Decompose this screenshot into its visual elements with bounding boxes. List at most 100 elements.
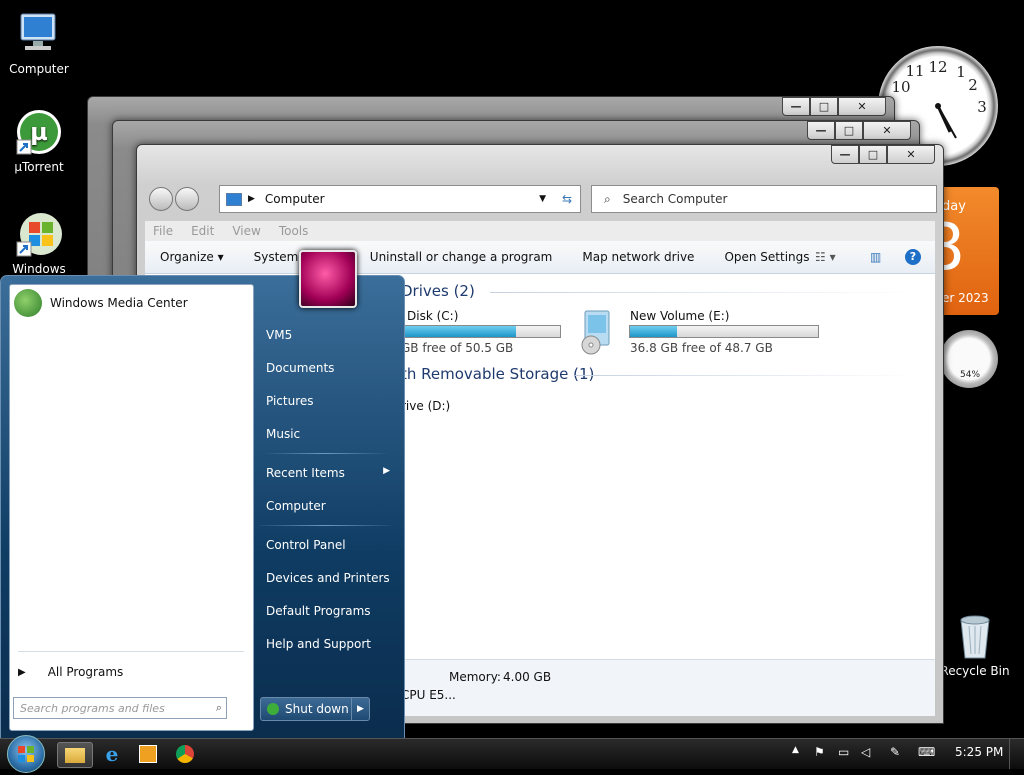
removable-drive-d[interactable]: rive (D:) <box>401 399 450 413</box>
taskbar-ie-button[interactable]: e <box>95 742 129 766</box>
computer-icon <box>226 192 242 206</box>
drive-free-text: GB free of 50.5 GB <box>401 341 514 355</box>
clock-time[interactable]: 5:25 PM <box>955 745 1003 759</box>
shutdown-options-button[interactable]: ▶ <box>351 697 370 721</box>
search-input[interactable]: ⌕ Search Computer <box>591 185 937 213</box>
drive-name: Disk (C:) <box>407 309 459 323</box>
desktop-icon-label: Windows <box>12 262 66 276</box>
help-icon[interactable]: ? <box>905 249 921 265</box>
volume-muted-icon[interactable]: ◁ <box>861 745 870 759</box>
desktop-icon-windows[interactable]: Windows <box>1 210 77 276</box>
taskbar-explorer-button[interactable] <box>57 742 93 768</box>
all-programs-label: All Programs <box>47 665 124 679</box>
maximize-button[interactable]: □ <box>835 121 863 140</box>
memory-label: Memory: <box>449 670 501 684</box>
refresh-icon[interactable]: ⇆ <box>562 192 572 206</box>
pinned-item-label: Windows Media Center <box>50 296 188 310</box>
minimize-button[interactable]: — <box>782 97 810 116</box>
menu-file[interactable]: File <box>153 224 173 238</box>
cpu-percent: 54% <box>960 370 981 380</box>
start-item-documents[interactable]: Documents <box>266 361 334 375</box>
minimize-button[interactable]: — <box>807 121 835 140</box>
calendar-month-year: er 2023 <box>942 291 989 305</box>
user-picture[interactable] <box>299 250 357 308</box>
shutdown-label: Shut down <box>285 702 349 716</box>
organize-button[interactable]: Organize ▾ <box>145 250 239 264</box>
forward-button[interactable] <box>175 187 199 211</box>
desktop-icon-utorrent[interactable]: µ µTorrent <box>1 108 77 174</box>
cpu-meter-gadget[interactable]: 54% <box>940 330 998 388</box>
group-header-removable[interactable]: th Removable Storage (1) <box>401 365 594 383</box>
recent-items-label: Recent Items <box>266 466 345 480</box>
desktop-icon-recycle-bin[interactable]: Recycle Bin <box>937 612 1013 678</box>
chrome-icon <box>176 745 194 763</box>
maximize-button[interactable]: □ <box>859 145 887 164</box>
view-options-icon[interactable]: ☷ ▾ <box>815 250 836 264</box>
drive-usage-bar <box>401 325 561 338</box>
address-bar[interactable]: ▶ Computer ▼ ⇆ <box>219 185 581 213</box>
breadcrumb-arrow-icon: ▶ <box>248 194 255 204</box>
drive-usage-fill <box>630 326 677 337</box>
group-header-hdd[interactable]: Drives (2) <box>401 282 475 300</box>
shutdown-button[interactable]: Shut down <box>260 697 354 721</box>
taskbar-chrome-button[interactable] <box>168 742 202 766</box>
menu-view[interactable]: View <box>232 224 260 238</box>
menu-bar: File Edit View Tools <box>145 221 935 241</box>
drive-usage-fill <box>402 326 516 337</box>
taskbar-media-player-button[interactable] <box>131 742 165 766</box>
search-placeholder: Search programs and files <box>20 701 165 715</box>
clock-number: 2 <box>968 76 978 94</box>
all-programs-button[interactable]: ▶ All Programs <box>18 661 244 683</box>
calendar-gadget[interactable]: day 8 er 2023 <box>924 187 999 315</box>
start-item-default-programs[interactable]: Default Programs <box>266 604 371 618</box>
media-player-icon <box>139 745 157 763</box>
clock-number: 3 <box>977 98 987 116</box>
utorrent-icon: µ <box>15 108 63 156</box>
close-button[interactable]: ✕ <box>838 97 886 116</box>
open-settings-button[interactable]: Open Settings <box>709 250 824 264</box>
menu-tools[interactable]: Tools <box>279 224 309 238</box>
computer-icon <box>15 10 63 58</box>
start-item-help-support[interactable]: Help and Support <box>266 637 371 651</box>
recycle-bin-icon <box>951 612 999 660</box>
drive-name: New Volume (E:) <box>630 309 730 323</box>
search-icon[interactable]: ⌕ <box>216 701 222 715</box>
clock-number: 12 <box>928 58 947 76</box>
preview-pane-icon[interactable]: ▥ <box>870 250 881 264</box>
pen-input-icon[interactable]: ✎ <box>890 745 900 759</box>
start-item-control-panel[interactable]: Control Panel <box>266 538 346 552</box>
desktop-icon-label: µTorrent <box>14 160 64 174</box>
drive-item-c[interactable]: Disk (C:) GB free of 50.5 GB <box>401 307 581 355</box>
maximize-button[interactable]: □ <box>810 97 838 116</box>
map-network-drive-button[interactable]: Map network drive <box>567 250 709 264</box>
drive-usage-bar <box>629 325 819 338</box>
start-item-pictures[interactable]: Pictures <box>266 394 314 408</box>
chevron-down-icon[interactable]: ▼ <box>539 194 546 204</box>
back-button[interactable] <box>149 187 173 211</box>
windows-media-center-icon <box>14 289 42 317</box>
show-desktop-button[interactable] <box>1009 739 1024 769</box>
all-programs-divider <box>18 651 244 652</box>
start-item-devices-printers[interactable]: Devices and Printers <box>266 571 390 585</box>
action-center-icon[interactable]: ⚑ <box>814 745 825 759</box>
show-hidden-icons-button[interactable]: ▲ <box>792 745 799 755</box>
start-item-computer[interactable]: Computer <box>266 499 326 513</box>
close-button[interactable]: ✕ <box>887 145 935 164</box>
cpu-text: CPU E5... <box>401 688 456 702</box>
start-search-input[interactable]: Search programs and files ⌕ <box>13 697 227 719</box>
start-item-music[interactable]: Music <box>266 427 300 441</box>
start-item-vm5[interactable]: VM5 <box>266 328 292 342</box>
start-item-recent-items[interactable]: Recent Items ▶ <box>266 466 390 480</box>
uninstall-button[interactable]: Uninstall or change a program <box>355 250 568 264</box>
shutdown-icon <box>267 703 279 715</box>
close-button[interactable]: ✕ <box>863 121 911 140</box>
drive-item-e[interactable]: New Volume (E:) 36.8 GB free of 48.7 GB <box>575 307 825 355</box>
keyboard-icon[interactable]: ⌨ <box>918 745 935 759</box>
start-button[interactable] <box>7 735 45 773</box>
menu-edit[interactable]: Edit <box>191 224 214 238</box>
pinned-item-windows-media-center[interactable]: Windows Media Center <box>14 289 246 317</box>
desktop-icon-computer[interactable]: Computer <box>1 10 77 76</box>
minimize-button[interactable]: — <box>831 145 859 164</box>
network-icon[interactable]: ▭ <box>838 745 849 759</box>
desktop-icon-label: Computer <box>9 62 69 76</box>
